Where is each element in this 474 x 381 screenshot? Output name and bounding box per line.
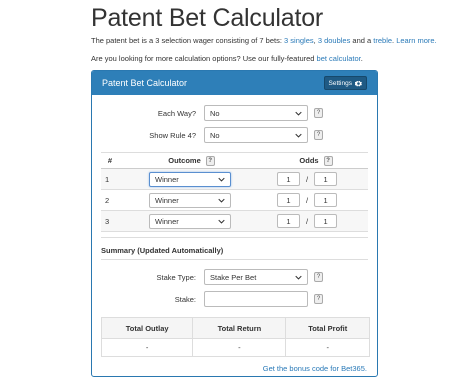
- gear-icon: [355, 80, 362, 86]
- panel-title: Patent Bet Calculator: [102, 78, 188, 88]
- total-return-value: -: [192, 338, 287, 357]
- row-number: 3: [101, 210, 119, 232]
- help-icon[interactable]: ?: [314, 294, 323, 304]
- summary-title: Summary (Updated Automatically): [101, 246, 224, 255]
- settings-label: Settings: [328, 79, 353, 87]
- selections-table: # Outcome ? Odds ? 1 Winner 1 / 1 2 Winn…: [101, 152, 368, 232]
- odds-separator: /: [306, 195, 309, 205]
- odds-denominator-input[interactable]: 1: [314, 214, 338, 228]
- table-row: 1 Winner 1 / 1: [101, 168, 368, 190]
- summary-table: Total Outlay Total Return Total Profit -…: [100, 317, 370, 357]
- table-header-row: # Outcome ? Odds ?: [101, 152, 368, 169]
- help-icon[interactable]: ?: [323, 155, 333, 166]
- rule4-select[interactable]: No: [204, 127, 308, 143]
- total-profit-header: Total Profit: [285, 317, 370, 339]
- stake-row: Stake: ?: [92, 291, 323, 307]
- divider: [101, 237, 368, 238]
- each-way-label: Each Way?: [157, 108, 196, 118]
- col-odds-header: Odds ?: [264, 152, 368, 169]
- col-num-header: #: [101, 152, 119, 169]
- rule4-row: Show Rule 4? No ?: [92, 127, 323, 143]
- chevron-down-icon: [295, 111, 302, 116]
- row-number: 1: [101, 168, 119, 190]
- chevron-down-icon: [295, 275, 302, 280]
- help-icon[interactable]: ?: [205, 155, 215, 166]
- table-row: 2 Winner 1 / 1: [101, 189, 368, 211]
- stake-type-label: Stake Type:: [156, 272, 196, 282]
- panel-header: Patent Bet Calculator Settings: [92, 71, 377, 95]
- page-title: Patent Bet Calculator: [91, 4, 324, 32]
- chevron-down-icon: [295, 133, 302, 138]
- total-outlay-value: -: [100, 338, 194, 357]
- doubles-link[interactable]: 3 doubles: [318, 36, 351, 45]
- total-profit-value: -: [285, 338, 370, 357]
- odds-numerator-input[interactable]: 1: [277, 214, 300, 228]
- stake-label: Stake:: [174, 294, 196, 304]
- options-text: Are you looking for more calculation opt…: [91, 54, 363, 63]
- summary-header-row: Total Outlay Total Return Total Profit: [100, 317, 370, 339]
- outcome-select[interactable]: Winner: [149, 192, 231, 208]
- stake-type-select[interactable]: Stake Per Bet: [204, 269, 308, 285]
- rule4-label: Show Rule 4?: [149, 130, 196, 140]
- odds-separator: /: [306, 174, 309, 184]
- table-row: 3 Winner 1 / 1: [101, 210, 368, 232]
- odds-numerator-input[interactable]: 1: [277, 193, 300, 207]
- col-outcome-header: Outcome ?: [119, 152, 264, 169]
- total-outlay-header: Total Outlay: [100, 317, 194, 339]
- chevron-down-icon: [218, 177, 225, 182]
- singles-link[interactable]: 3 singles: [284, 36, 314, 45]
- odds-denominator-input[interactable]: 1: [314, 193, 338, 207]
- stake-type-row: Stake Type: Stake Per Bet ?: [92, 269, 323, 285]
- bet-calculator-link[interactable]: bet calculator: [317, 54, 361, 63]
- each-way-select[interactable]: No: [204, 105, 308, 121]
- help-icon[interactable]: ?: [314, 272, 323, 282]
- settings-button[interactable]: Settings: [323, 76, 367, 90]
- bonus-code-link[interactable]: Get the bonus code for Bet365.: [263, 364, 367, 373]
- intro-text: The patent bet is a 3 selection wager co…: [91, 36, 437, 45]
- calculator-panel: Patent Bet Calculator Settings Each Way?…: [91, 70, 378, 377]
- learn-more-link[interactable]: Learn more.: [396, 36, 436, 45]
- chevron-down-icon: [218, 219, 225, 224]
- odds-denominator-input[interactable]: 1: [314, 172, 338, 186]
- stake-input[interactable]: [204, 291, 308, 307]
- outcome-select[interactable]: Winner: [149, 171, 231, 187]
- help-icon[interactable]: ?: [314, 108, 323, 118]
- treble-link[interactable]: treble: [373, 36, 392, 45]
- outcome-select[interactable]: Winner: [149, 213, 231, 229]
- chevron-down-icon: [218, 198, 225, 203]
- odds-separator: /: [306, 216, 309, 226]
- each-way-row: Each Way? No ?: [92, 105, 323, 121]
- divider: [101, 259, 368, 260]
- row-number: 2: [101, 189, 119, 211]
- summary-values-row: - - -: [100, 338, 370, 357]
- total-return-header: Total Return: [192, 317, 287, 339]
- help-icon[interactable]: ?: [314, 130, 323, 140]
- odds-numerator-input[interactable]: 1: [277, 172, 300, 186]
